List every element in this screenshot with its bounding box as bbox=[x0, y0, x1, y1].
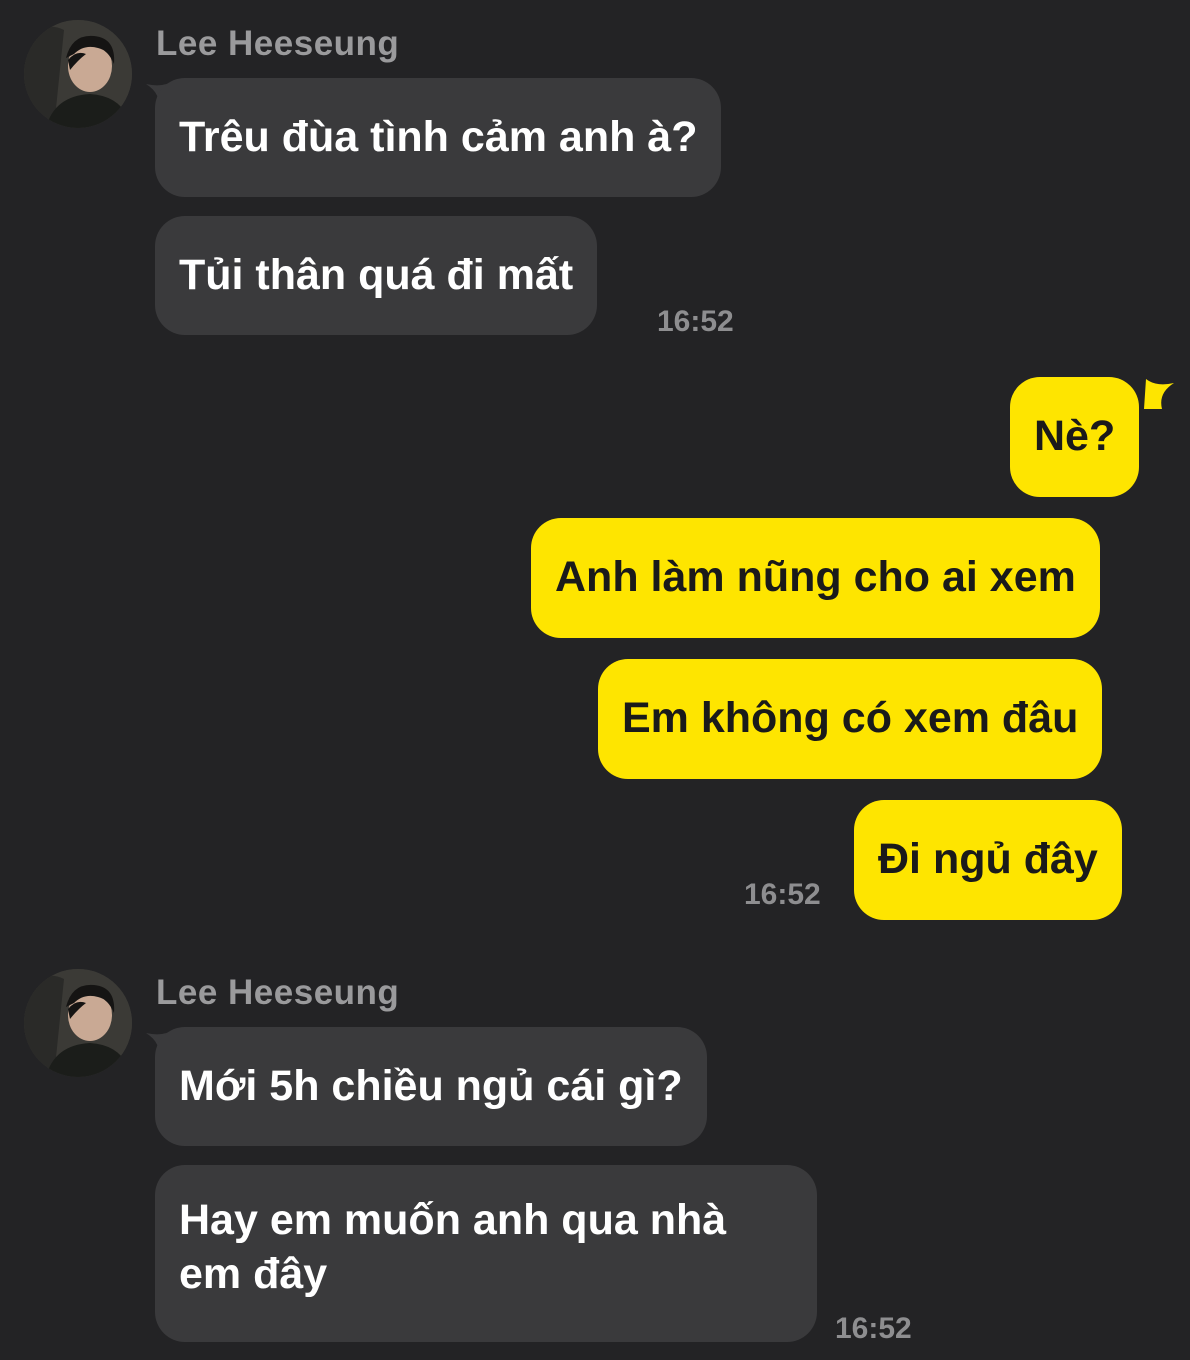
message-bubble[interactable]: Nè? bbox=[1010, 377, 1140, 497]
sender-name: Lee Heeseung bbox=[156, 973, 400, 1012]
sender-name: Lee Heeseung bbox=[156, 24, 400, 63]
message-timestamp: 16:52 bbox=[657, 305, 734, 338]
message-bubble[interactable]: Tủi thân quá đi mất bbox=[155, 216, 598, 335]
message-bubble[interactable]: Mới 5h chiều ngủ cái gì? bbox=[155, 1027, 707, 1146]
profile-photo-icon bbox=[24, 20, 132, 128]
sender-avatar[interactable] bbox=[24, 969, 132, 1077]
message-bubble[interactable]: Em không có xem đâu bbox=[598, 659, 1103, 779]
message-timestamp: 16:52 bbox=[835, 1312, 912, 1345]
profile-photo-icon bbox=[24, 969, 132, 1077]
message-bubble[interactable]: Anh làm nũng cho ai xem bbox=[531, 518, 1100, 638]
message-bubble[interactable]: Trêu đùa tình cảm anh à? bbox=[155, 78, 722, 197]
message-timestamp: 16:52 bbox=[744, 878, 821, 911]
message-bubble[interactable]: Hay em muốn anh qua nhà em đây bbox=[155, 1165, 817, 1342]
sender-avatar[interactable] bbox=[24, 20, 132, 128]
message-bubble[interactable]: Đi ngủ đây bbox=[854, 800, 1122, 920]
bubble-tail bbox=[1144, 379, 1174, 409]
